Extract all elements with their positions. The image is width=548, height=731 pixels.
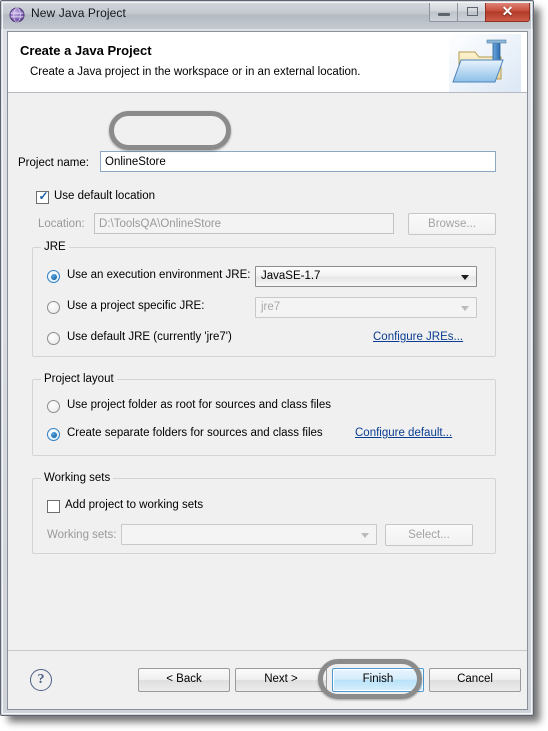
cancel-button[interactable]: Cancel — [429, 668, 521, 692]
radio-project-folder-root-label: Use project folder as root for sources a… — [67, 399, 331, 411]
radio-default-jre-label: Use default JRE (currently 'jre7') — [67, 331, 232, 343]
window-controls: ✕ — [429, 2, 530, 23]
jre-group: JRE Use an execution environment JRE: Ja… — [32, 241, 496, 357]
radio-dot-icon — [50, 273, 57, 280]
jre-group-title: JRE — [41, 241, 69, 253]
project-name-field[interactable]: OnlineStore — [100, 151, 496, 172]
minimize-icon — [438, 13, 450, 16]
radio-project-specific-jre-label: Use a project specific JRE: — [67, 300, 205, 312]
next-button[interactable]: Next > — [235, 668, 327, 692]
dialog-body: Project name: OnlineStore ✓ Use default … — [8, 93, 527, 650]
working-sets-label: Working sets: — [47, 529, 117, 541]
configure-jres-link[interactable]: Configure JREs... — [373, 331, 463, 343]
dialog-content: Create a Java Project Create a Java proj… — [7, 31, 528, 710]
use-default-location-checkbox[interactable]: ✓ — [36, 189, 49, 204]
help-button[interactable]: ? — [30, 669, 52, 691]
radio-separate-folders[interactable] — [47, 428, 60, 441]
radio-default-jre[interactable] — [47, 332, 60, 345]
new-java-project-dialog: New Java Project ✕ Create a Java Project… — [0, 0, 534, 716]
project-layout-group: Project layout Use project folder as roo… — [32, 373, 496, 456]
chevron-down-icon — [461, 274, 469, 280]
add-project-to-working-sets-checkbox[interactable] — [47, 500, 60, 513]
configure-default-link[interactable]: Configure default... — [355, 427, 452, 439]
chevron-down-icon — [461, 305, 469, 311]
maximize-button[interactable] — [457, 2, 486, 22]
title-bar[interactable]: New Java Project ✕ — [1, 1, 533, 29]
select-working-sets-button[interactable]: Select... — [385, 524, 473, 546]
wizard-banner: Create a Java Project Create a Java proj… — [8, 32, 527, 93]
radio-separate-folders-label: Create separate folders for sources and … — [67, 427, 323, 439]
add-project-to-working-sets-label: Add project to working sets — [65, 499, 204, 511]
radio-execution-environment-jre-label: Use an execution environment JRE: — [67, 269, 251, 281]
browse-button[interactable]: Browse... — [408, 213, 496, 235]
radio-project-specific-jre[interactable] — [47, 301, 60, 314]
execution-environment-combo[interactable]: JavaSE-1.7 — [255, 266, 477, 287]
working-sets-combo[interactable] — [121, 524, 377, 545]
execution-environment-combo-value: JavaSE-1.7 — [261, 270, 321, 282]
working-sets-group: Working sets Add project to working sets… — [32, 472, 496, 554]
working-sets-group-title: Working sets — [41, 472, 114, 484]
project-specific-jre-combo-value: jre7 — [261, 301, 281, 313]
chevron-down-icon — [361, 532, 369, 538]
back-button[interactable]: < Back — [138, 668, 230, 692]
button-bar: ? < Back Next > Finish Cancel — [8, 651, 527, 709]
window-title: New Java Project — [31, 6, 126, 20]
eclipse-wizard-icon — [9, 7, 25, 23]
screenshot-root: New Java Project ✕ Create a Java Project… — [0, 0, 548, 731]
maximize-icon — [467, 7, 478, 16]
checkmark-icon: ✓ — [38, 189, 49, 203]
page-title: Create a Java Project — [20, 43, 152, 58]
close-icon: ✕ — [501, 3, 514, 19]
location-label: Location: — [38, 218, 85, 230]
radio-execution-environment-jre[interactable] — [47, 270, 60, 283]
page-description: Create a Java project in the workspace o… — [30, 66, 361, 78]
project-specific-jre-combo[interactable]: jre7 — [255, 297, 477, 318]
project-layout-group-title: Project layout — [41, 373, 117, 385]
minimize-button[interactable] — [429, 2, 458, 22]
radio-project-folder-root[interactable] — [47, 400, 60, 413]
project-name-label: Project name: — [18, 157, 89, 169]
radio-dot-icon — [50, 431, 57, 438]
finish-button[interactable]: Finish — [332, 668, 424, 692]
use-default-location-label: Use default location — [54, 190, 156, 202]
java-project-folder-icon — [449, 34, 521, 92]
location-field[interactable]: D:\ToolsQA\OnlineStore — [94, 213, 394, 234]
close-button[interactable]: ✕ — [485, 2, 530, 22]
